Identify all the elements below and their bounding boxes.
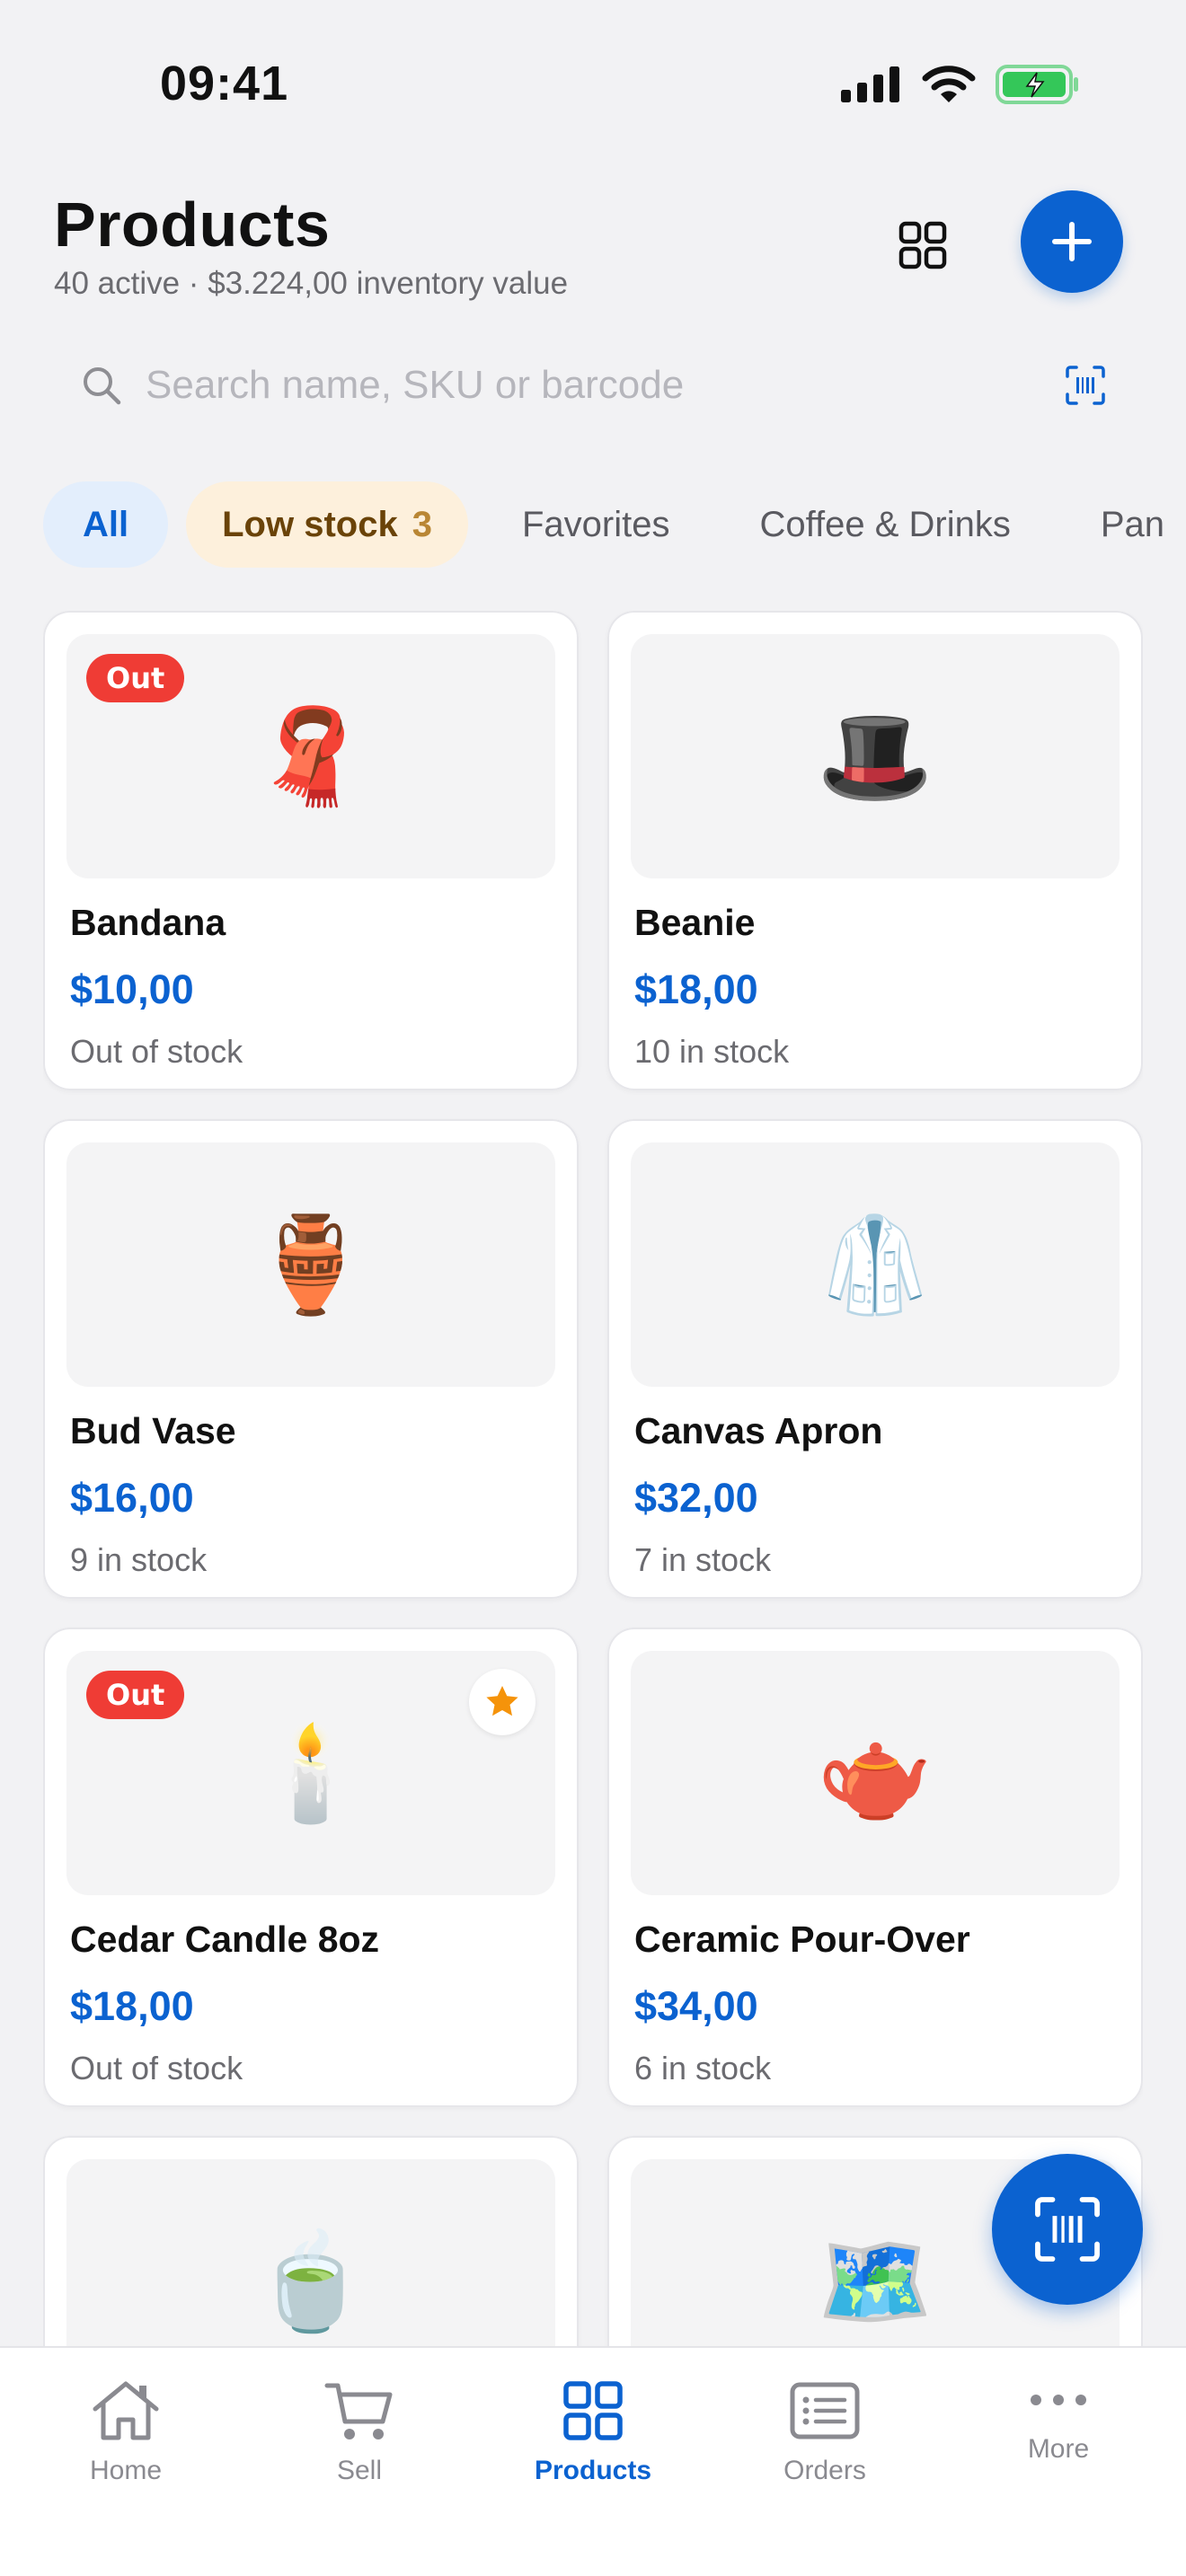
tab-sell[interactable]: Sell — [261, 2375, 458, 2510]
product-card[interactable]: 🏺 Bud Vase $16,00 9 in stock — [43, 1119, 579, 1599]
filter-chip-all[interactable]: All — [43, 481, 169, 568]
grid-view-toggle-button[interactable] — [890, 212, 956, 278]
tab-products[interactable]: Products — [494, 2375, 692, 2510]
tab-home[interactable]: Home — [27, 2375, 225, 2510]
product-image: 🕯️ Out — [66, 1651, 555, 1895]
status-icons — [841, 65, 1080, 109]
status-bar: 09:41 — [0, 0, 1186, 162]
filter-chips: All Low stock 3 Favorites Coffee & Drink… — [43, 481, 1186, 568]
tab-more[interactable]: More — [960, 2375, 1157, 2510]
orders-icon — [784, 2375, 865, 2447]
product-card[interactable]: 🥼 Canvas Apron $32,00 7 in stock — [607, 1119, 1143, 1599]
tea-cup-icon: 🍵 — [252, 2226, 369, 2336]
product-stock: 10 in stock — [634, 1033, 790, 1070]
home-icon — [85, 2375, 166, 2447]
product-image: 🎩 — [631, 634, 1120, 878]
scarf-icon: 🧣 — [252, 701, 369, 811]
product-stock: 6 in stock — [634, 2050, 772, 2086]
tab-bar: Home Sell Products Orders More — [0, 2346, 1186, 2576]
tab-label: More — [1027, 2434, 1090, 2464]
search-icon — [77, 361, 126, 410]
out-of-stock-badge: Out — [86, 654, 185, 702]
inventory-summary: 40 active · $3.224,00 inventory value — [54, 266, 569, 301]
add-product-button[interactable] — [1021, 190, 1123, 293]
status-time: 09:41 — [160, 57, 289, 110]
product-price: $18,00 — [70, 1983, 194, 2029]
product-price: $16,00 — [70, 1475, 194, 1521]
header: Products 40 active · $3.224,00 inventory… — [0, 180, 1186, 314]
search-bar[interactable] — [54, 341, 1132, 429]
product-price: $18,00 — [634, 966, 758, 1012]
low-stock-count: 3 — [412, 504, 432, 544]
wifi-icon — [922, 65, 976, 109]
product-name: Cedar Candle 8oz — [70, 1919, 380, 1960]
filter-chip-favorites[interactable]: Favorites — [486, 481, 706, 568]
lab-coat-icon: 🥼 — [817, 1209, 934, 1319]
product-price: $34,00 — [634, 1983, 758, 2029]
grid-view-icon — [898, 221, 947, 269]
product-stock: Out of stock — [70, 1033, 243, 1070]
product-grid: 🧣 Out Bandana $10,00 Out of stock 🎩 Bean… — [43, 611, 1143, 2350]
product-card[interactable]: 🍵 — [43, 2136, 579, 2350]
tab-label: Products — [534, 2456, 652, 2485]
grid-icon — [553, 2375, 633, 2447]
tab-label: Sell — [336, 2456, 383, 2485]
product-stock: Out of stock — [70, 2050, 243, 2086]
vase-icon: 🏺 — [252, 1209, 369, 1319]
filter-chip-pantry[interactable]: Pan — [1065, 481, 1186, 568]
product-stock: 9 in stock — [70, 1541, 208, 1578]
product-card[interactable]: 🧣 Out Bandana $10,00 Out of stock — [43, 611, 579, 1090]
scan-barcode-button[interactable] — [992, 2154, 1143, 2305]
top-hat-icon: 🎩 — [817, 701, 934, 811]
more-icon — [1018, 2375, 1099, 2425]
battery-icon — [996, 65, 1080, 109]
teapot-icon: 🫖 — [817, 1717, 934, 1828]
favorite-star-icon[interactable] — [469, 1669, 535, 1735]
plus-icon — [1052, 222, 1092, 261]
cart-icon — [319, 2375, 400, 2447]
product-name: Bud Vase — [70, 1410, 236, 1451]
product-price: $32,00 — [634, 1475, 758, 1521]
world-map-icon: 🗺️ — [817, 2226, 934, 2336]
product-card[interactable]: 🕯️ Out Cedar Candle 8oz $18,00 Out of st… — [43, 1628, 579, 2107]
search-input[interactable] — [146, 358, 1060, 412]
product-image: 🧣 Out — [66, 634, 555, 878]
product-name: Bandana — [70, 902, 226, 943]
product-image: 🍵 — [66, 2159, 555, 2350]
barcode-scan-icon[interactable] — [1060, 360, 1111, 410]
product-name: Beanie — [634, 902, 756, 943]
tab-orders[interactable]: Orders — [726, 2375, 924, 2510]
filter-chip-low-stock[interactable]: Low stock 3 — [186, 481, 468, 568]
product-stock: 7 in stock — [634, 1541, 772, 1578]
cellular-signal-icon — [841, 66, 902, 107]
product-image: 🏺 — [66, 1142, 555, 1387]
tab-label: Orders — [783, 2456, 866, 2485]
product-card[interactable]: 🫖 Ceramic Pour-Over $34,00 6 in stock — [607, 1628, 1143, 2107]
product-price: $10,00 — [70, 966, 194, 1012]
page-title: Products — [54, 190, 331, 260]
products-screen: 09:41 Products 40 active · $3.224,00 inv… — [0, 0, 1186, 2576]
barcode-scan-icon — [1035, 2197, 1100, 2262]
candle-icon: 🕯️ — [252, 1717, 369, 1828]
tab-label: Home — [89, 2456, 163, 2485]
product-image: 🥼 — [631, 1142, 1120, 1387]
product-name: Canvas Apron — [634, 1410, 883, 1451]
product-card[interactable]: 🎩 Beanie $18,00 10 in stock — [607, 611, 1143, 1090]
out-of-stock-badge: Out — [86, 1671, 185, 1719]
product-name: Ceramic Pour-Over — [634, 1919, 970, 1960]
filter-chip-coffee-drinks[interactable]: Coffee & Drinks — [723, 481, 1046, 568]
product-image: 🫖 — [631, 1651, 1120, 1895]
